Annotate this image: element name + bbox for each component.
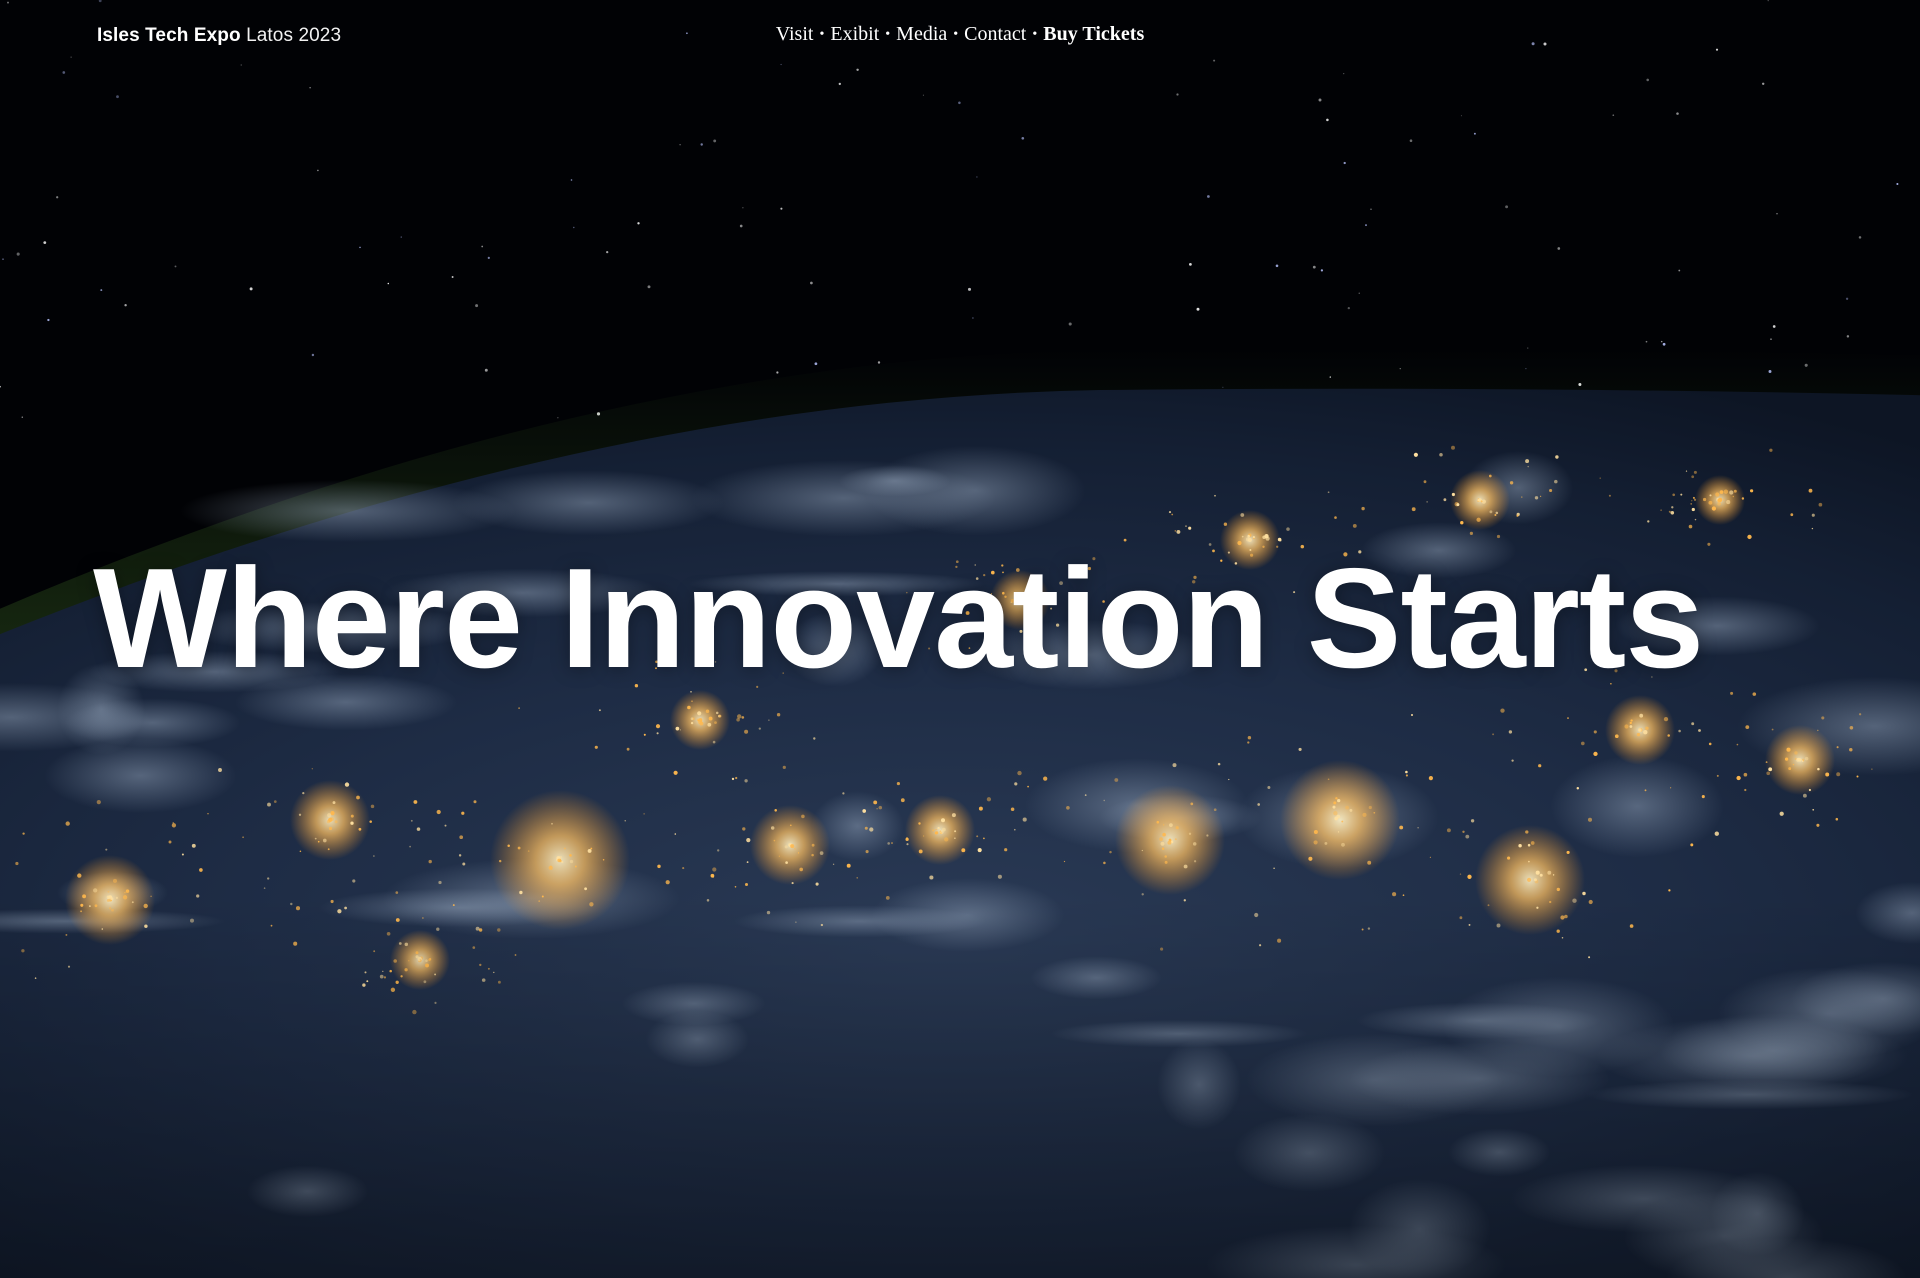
nav-separator: •: [819, 27, 825, 42]
hero-headline: Where Innovation Starts: [93, 539, 1704, 698]
nav-link-media[interactable]: Media: [896, 23, 947, 45]
hero-section: Isles Tech Expo Latos 2023 Visit • Exibit •…: [0, 0, 1920, 1278]
main-nav: Visit • Exibit • Media • Contact • Buy Tickets: [0, 23, 1920, 46]
nav-link-exibit[interactable]: Exibit: [830, 23, 879, 45]
buy-tickets-link[interactable]: Buy Tickets: [1043, 23, 1144, 45]
nav-separator: •: [953, 27, 959, 42]
nav-link-contact[interactable]: Contact: [964, 23, 1026, 45]
nav-link-visit[interactable]: Visit: [776, 23, 814, 45]
top-navigation-bar: Isles Tech Expo Latos 2023 Visit • Exibit •…: [0, 0, 1920, 80]
nav-separator: •: [1032, 27, 1038, 42]
nav-separator: •: [885, 27, 891, 42]
